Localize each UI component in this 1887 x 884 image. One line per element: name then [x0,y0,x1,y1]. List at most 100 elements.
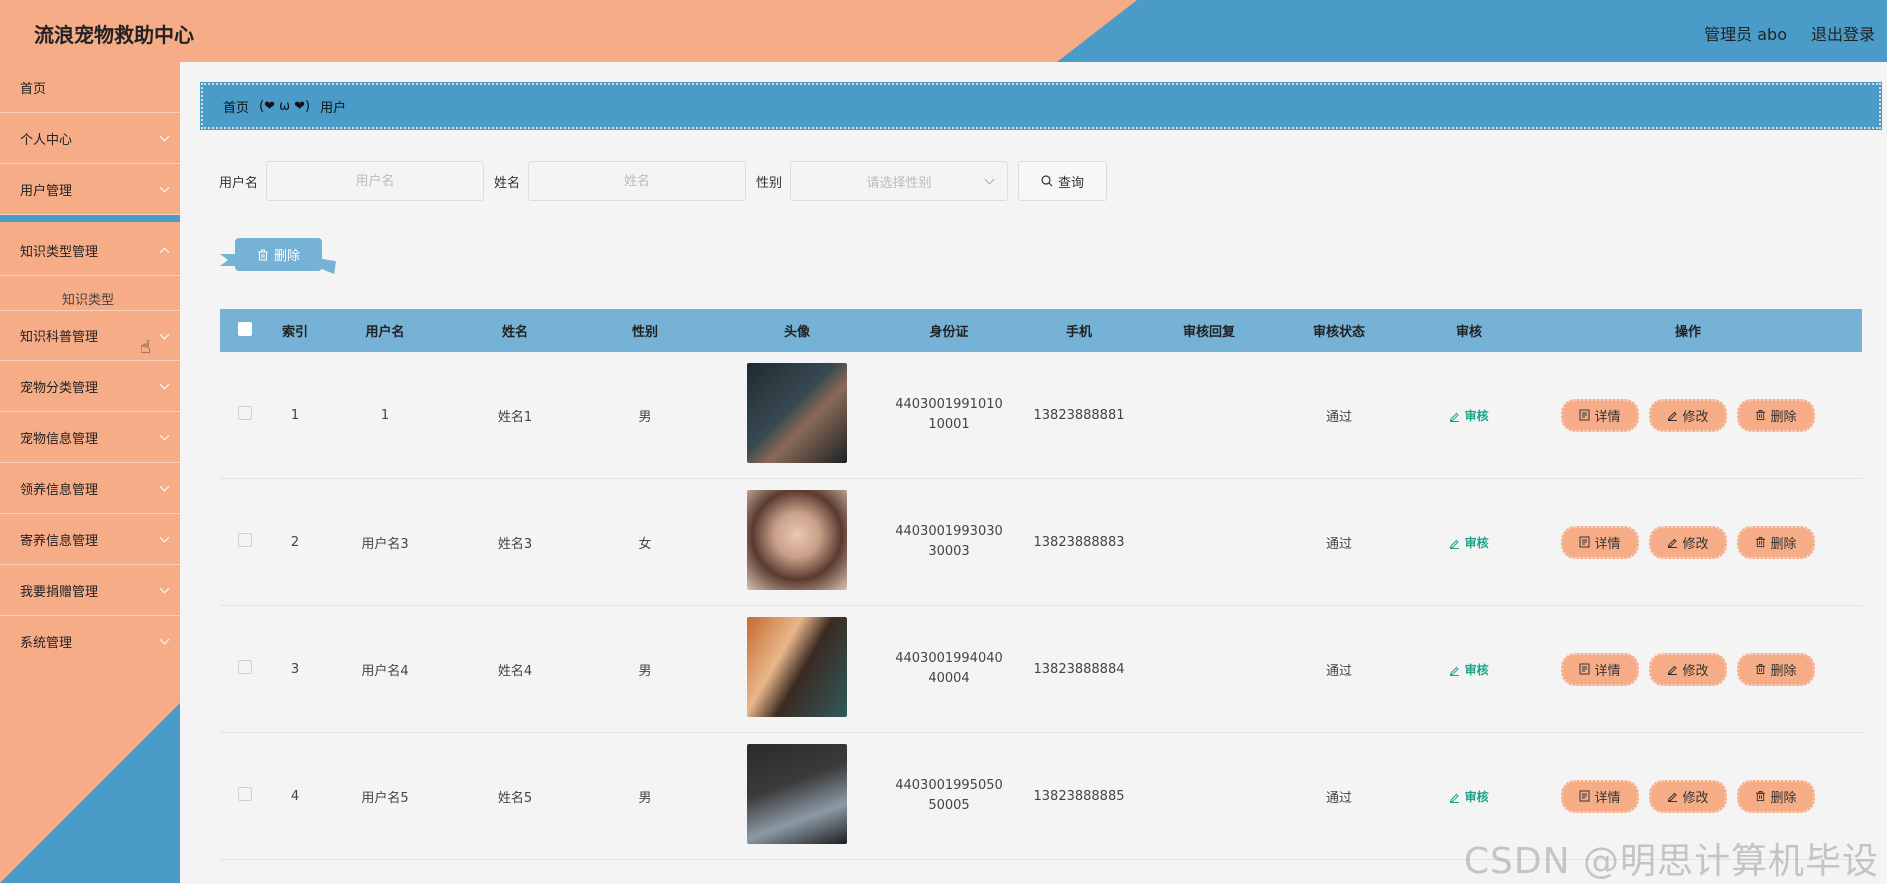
username-search-input[interactable] [266,161,485,201]
column-header-id-card: 身份证 [929,325,969,340]
cell-avatar [710,617,884,721]
detail-button[interactable]: 详情 [1561,779,1639,813]
sidebar-item-label: 宠物信息管理 [20,431,99,447]
admin-user-label[interactable]: 管理员 abo [1704,21,1787,45]
cell-username: 1 [380,407,390,423]
gender-label: 性别 [756,175,783,191]
cell-avatar [710,490,884,594]
sidebar-item-donation[interactable]: 我要捐赠管理 [0,565,180,616]
edit-icon [1450,412,1460,422]
column-header-index: 索引 [281,325,308,340]
edit-button-label: 修改 [1682,790,1709,806]
submenu-item-knowledge-type[interactable]: 知识类型 [62,289,114,308]
sidebar-item-label: 宠物分类管理 [20,380,99,396]
sidebar-item-system[interactable]: 系统管理 [0,616,180,667]
trash-icon [1756,536,1766,548]
chevron-up-icon [159,247,170,258]
row-delete-button[interactable]: 删除 [1737,652,1815,686]
column-header-phone: 手机 [1065,325,1092,340]
sidebar-item-pet-category[interactable]: 宠物分类管理 [0,361,180,412]
cell-index: 3 [290,661,300,677]
row-delete-button[interactable]: 删除 [1737,779,1815,813]
cell-gender: 男 [638,663,652,679]
detail-button-label: 详情 [1594,663,1621,679]
logout-button[interactable]: 退出登录 [1811,21,1875,45]
document-icon [1579,790,1590,802]
row-checkbox[interactable] [238,533,252,547]
chevron-down-icon [984,174,995,185]
cell-actions: 详情 修改 删除 [1534,398,1842,432]
edit-button[interactable]: 修改 [1649,398,1727,432]
chevron-down-icon [159,379,170,390]
id-card-line-2: 50005 [928,798,970,813]
breadcrumb-separator: (❤ ω ❤) [259,98,311,114]
query-button[interactable]: 查询 [1018,161,1108,201]
column-header-avatar: 头像 [783,325,810,340]
sidebar-item-knowledge-science[interactable]: 知识科普管理 [0,310,180,361]
select-all-checkbox[interactable] [238,321,252,336]
cell-gender: 男 [638,409,652,425]
cell-id-card: 4403001995050 50005 [884,776,1014,816]
sidebar-item-user-management[interactable]: 用户管理 [0,164,180,215]
row-checkbox[interactable] [238,787,252,801]
header-actions: 管理员 abo 退出登录 [1704,21,1875,45]
detail-button[interactable]: 详情 [1561,525,1639,559]
cell-gender: 男 [638,790,652,806]
sidebar-item-home[interactable]: 首页 [0,62,180,113]
id-card-line-1: 4403001993030 [895,524,1003,539]
trash-icon [1756,409,1766,421]
sidebar-item-label: 个人中心 [20,132,73,148]
sidebar-item-pet-info[interactable]: 宠物信息管理 [0,412,180,463]
cell-phone: 13823888885 [1033,788,1125,804]
breadcrumb-home[interactable]: 首页 [223,97,249,116]
search-form: 用户名 姓名 性别 请选择性别 查询 [219,161,1108,201]
row-checkbox[interactable] [238,660,252,674]
audit-link-label: 审核 [1464,408,1489,423]
bulk-delete-label: 删除 [273,249,300,264]
user-table: 索引 用户名 姓名 性别 头像 身份证 手机 审核回复 审核状态 审核 操作 1… [220,309,1862,860]
edit-icon [1668,538,1678,548]
sidebar-item-label: 首页 [20,81,47,97]
detail-button[interactable]: 详情 [1561,652,1639,686]
detail-button-label: 详情 [1594,790,1621,806]
sidebar-item-knowledge-type-management[interactable]: 知识类型管理 [0,225,180,276]
audit-link[interactable]: 审核 [1449,790,1489,804]
sidebar-item-label: 用户管理 [20,183,73,199]
edit-button-label: 修改 [1682,663,1709,679]
cell-name: 姓名3 [497,536,533,552]
chevron-down-icon [159,583,170,594]
row-select-cell [220,406,270,424]
chevron-down-icon [159,634,170,645]
audit-link[interactable]: 审核 [1449,536,1489,550]
table-row: 2 用户名3 姓名3 女 4403001993030 30003 13823888… [220,479,1862,606]
row-delete-button[interactable]: 删除 [1737,525,1815,559]
name-search-input[interactable] [528,161,747,201]
sidebar-item-foster-info[interactable]: 寄养信息管理 [0,514,180,565]
column-header-name: 姓名 [501,325,528,340]
row-delete-button-label: 删除 [1770,790,1797,806]
id-card-line-1: 4403001994040 [895,651,1003,666]
cell-actions: 详情 修改 删除 [1534,525,1842,559]
row-delete-button[interactable]: 删除 [1737,398,1815,432]
detail-button-label: 详情 [1594,409,1621,425]
row-checkbox[interactable] [238,406,252,420]
edit-button-label: 修改 [1682,536,1709,552]
gender-select[interactable]: 请选择性别 [790,161,1009,201]
avatar [747,744,847,844]
chevron-down-icon [159,329,170,340]
sidebar-item-adoption-info[interactable]: 领养信息管理 [0,463,180,514]
cell-id-card: 4403001991010 10001 [884,395,1014,435]
audit-link[interactable]: 审核 [1449,408,1489,423]
cell-phone: 13823888881 [1033,407,1125,423]
audit-link[interactable]: 审核 [1449,663,1489,677]
row-select-cell [220,787,270,805]
bulk-delete-button[interactable]: 删除 [235,238,322,271]
sidebar-item-personal-center[interactable]: 个人中心 [0,113,180,164]
select-all-cell [220,321,270,340]
edit-button[interactable]: 修改 [1649,525,1727,559]
detail-button[interactable]: 详情 [1561,398,1639,432]
query-button-label: 查询 [1058,175,1085,191]
edit-button[interactable]: 修改 [1649,779,1727,813]
edit-button[interactable]: 修改 [1649,652,1727,686]
chevron-down-icon [159,131,170,142]
